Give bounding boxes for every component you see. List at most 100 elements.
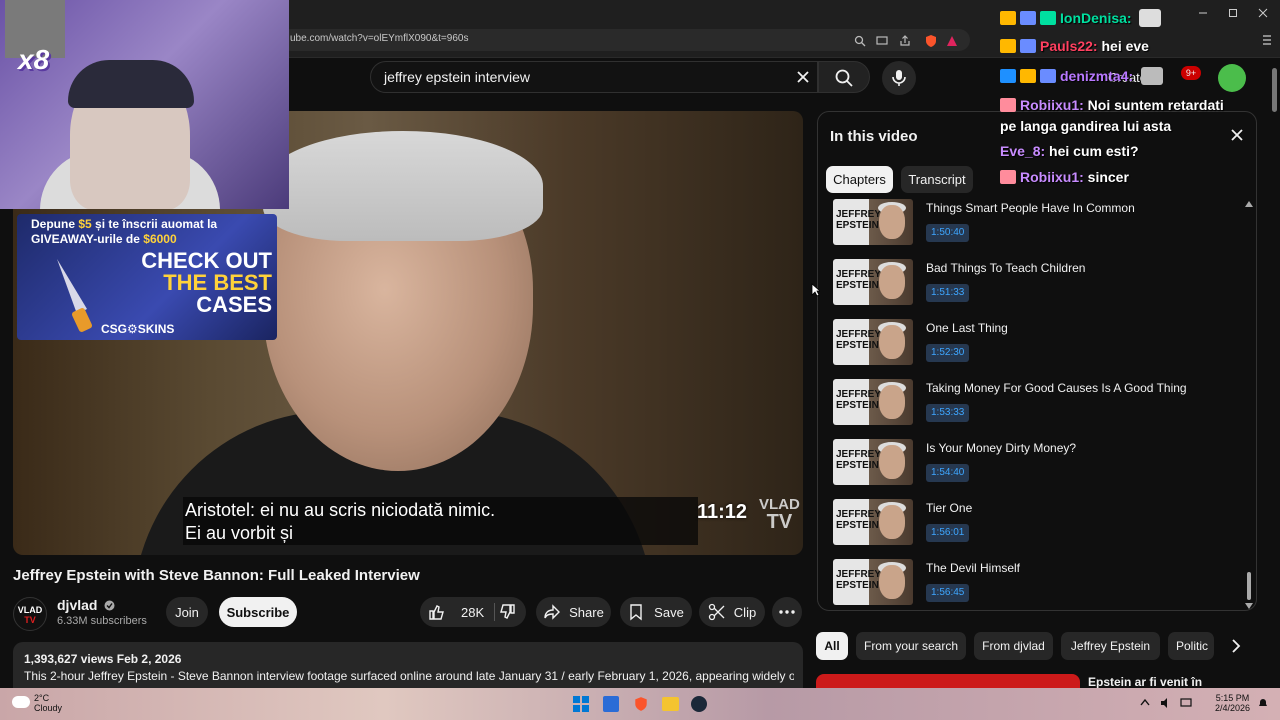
voice-search-button[interactable] <box>882 61 916 95</box>
search-icon <box>835 69 853 87</box>
chat-username: Robiixu1: <box>1020 169 1084 185</box>
recommended-thumbnail[interactable] <box>816 674 1080 688</box>
ad-amount: $6000 <box>143 232 177 246</box>
chapter-timestamp[interactable]: 1:56:45 <box>926 584 970 602</box>
chapter-timestamp[interactable]: 1:54:40 <box>926 464 970 482</box>
close-window-icon[interactable] <box>1258 8 1268 18</box>
dislike-button[interactable] <box>498 603 516 621</box>
file-explorer-icon[interactable] <box>662 697 679 711</box>
chapter-thumbnail: JEFFREY EPSTEIN <box>833 319 913 365</box>
task-view-icon[interactable] <box>603 696 619 712</box>
chat-username: IonDenisa: <box>1060 10 1132 26</box>
network-icon[interactable] <box>1180 697 1192 709</box>
panel-title: In this video <box>830 128 918 145</box>
chapter-timestamp[interactable]: 1:56:01 <box>926 524 970 542</box>
chapter-item[interactable]: JEFFREY EPSTEIN Tier One 1:56:01 <box>833 499 1243 547</box>
page-scrollbar[interactable] <box>1272 68 1277 112</box>
channel-name[interactable]: djvlad <box>57 597 115 613</box>
chapter-title: Tier One <box>926 501 973 515</box>
chat-message: IonDenisa: <box>1000 9 1162 27</box>
chapter-title: Taking Money For Good Causes Is A Good T… <box>926 381 1187 395</box>
url-text: ube.com/watch?v=olEYmflX090&t=960s <box>290 33 469 44</box>
brave-shield-icon[interactable] <box>924 34 938 48</box>
subscribe-button[interactable]: Subscribe <box>219 597 297 627</box>
chat-message: denizmta4: <box>1000 67 1164 85</box>
thumbnail-text: JEFFREY EPSTEIN <box>836 509 882 531</box>
chat-text: hei eve <box>1101 38 1149 54</box>
maximize-icon[interactable] <box>1228 8 1238 18</box>
chat-username: Robiixu1: <box>1020 97 1084 113</box>
save-button[interactable]: Save <box>620 597 692 627</box>
screen-icon[interactable] <box>876 35 888 47</box>
clock[interactable]: 5:15 PM 2/4/2026 <box>1215 693 1250 713</box>
clip-label: Clip <box>733 604 757 620</box>
ad-headline: Depune $5 și te înscrii auomat la GIVEAW… <box>31 217 271 247</box>
chapter-item[interactable]: JEFFREY EPSTEIN The Devil Himself 1:56:45 <box>833 559 1243 607</box>
chevron-right-icon[interactable] <box>1230 638 1242 654</box>
save-label: Save <box>654 604 684 620</box>
chapter-timestamp[interactable]: 1:51:33 <box>926 284 970 302</box>
panel-scrollbar[interactable] <box>1247 572 1251 600</box>
more-actions-button[interactable] <box>772 597 802 627</box>
clear-search-icon[interactable] <box>796 70 810 84</box>
chapter-thumbnail: JEFFREY EPSTEIN <box>833 439 913 485</box>
brave-rewards-icon[interactable] <box>946 35 958 47</box>
sponsor-ad: Depune $5 și te înscrii auomat la GIVEAW… <box>17 214 277 340</box>
thumbnail-text: JEFFREY EPSTEIN <box>836 269 882 291</box>
chapter-timestamp[interactable]: 1:52:30 <box>926 344 970 362</box>
chapter-thumbnail: JEFFREY EPSTEIN <box>833 499 913 545</box>
chip-all[interactable]: All <box>816 632 848 660</box>
start-icon[interactable] <box>573 696 589 712</box>
chapter-item[interactable]: JEFFREY EPSTEIN Bad Things To Teach Child… <box>833 259 1243 307</box>
weather-widget[interactable]: 2°C Cloudy <box>34 693 62 713</box>
brave-taskbar-icon[interactable] <box>633 696 649 712</box>
chip-topic[interactable]: Jeffrey Epstein <box>1061 632 1160 660</box>
minimize-icon[interactable] <box>1198 8 1208 18</box>
close-panel-icon[interactable] <box>1230 128 1244 142</box>
notification-center-icon[interactable] <box>1257 697 1269 709</box>
chat-username: Pauls22: <box>1040 38 1098 54</box>
browser-menu-icon[interactable] <box>1262 34 1272 46</box>
chapter-timestamp[interactable]: 1:50:40 <box>926 224 970 242</box>
share-page-icon[interactable] <box>899 35 911 47</box>
chat-username: denizmta4: <box>1060 68 1134 84</box>
chapter-title: One Last Thing <box>926 321 1008 335</box>
tab-chapters[interactable]: Chapters <box>826 166 893 193</box>
steam-icon[interactable] <box>691 696 707 712</box>
scroll-down-icon[interactable] <box>1245 603 1253 609</box>
channel-avatar[interactable]: VLAD TV <box>13 597 47 631</box>
channel-avatar-line2: TV <box>24 615 36 625</box>
more-horizontal-icon <box>779 610 795 614</box>
chapter-title: Things Smart People Have In Common <box>926 201 1135 215</box>
search-button[interactable] <box>818 61 870 93</box>
scissors-icon <box>708 603 725 621</box>
tab-transcript[interactable]: Transcript <box>901 166 973 193</box>
chip-from-search[interactable]: From your search <box>856 632 966 660</box>
ad-text: Depune <box>31 217 79 231</box>
tray-chevron-icon[interactable] <box>1140 698 1150 706</box>
chapter-item[interactable]: JEFFREY EPSTEIN Is Your Money Dirty Money… <box>833 439 1243 487</box>
scroll-up-icon[interactable] <box>1245 201 1253 207</box>
chapter-item[interactable]: JEFFREY EPSTEIN Taking Money For Good Cau… <box>833 379 1243 427</box>
chapter-thumbnail: JEFFREY EPSTEIN <box>833 199 913 245</box>
chip-from-channel[interactable]: From djvlad <box>974 632 1053 660</box>
thumbnail-text: JEFFREY EPSTEIN <box>836 209 882 231</box>
chat-text: Noi suntem retardati <box>1087 97 1224 113</box>
chip-politics[interactable]: Politic <box>1168 632 1214 660</box>
join-button[interactable]: Join <box>166 597 208 627</box>
chapter-item[interactable]: JEFFREY EPSTEIN Things Smart People Have … <box>833 199 1243 247</box>
clip-button[interactable]: Clip <box>699 597 765 627</box>
video-title: Jeffrey Epstein with Steve Bannon: Full … <box>13 567 420 584</box>
weather-icon[interactable] <box>12 696 30 708</box>
recommended-title[interactable]: Epstein ar fi venit în <box>1088 675 1202 689</box>
chapter-timestamp[interactable]: 1:53:33 <box>926 404 970 422</box>
volume-icon[interactable] <box>1160 697 1172 709</box>
chapter-item[interactable]: JEFFREY EPSTEIN One Last Thing 1:52:30 <box>833 319 1243 367</box>
zoom-icon[interactable] <box>854 35 866 47</box>
ad-slogan-line: CHECK OUT <box>141 248 272 273</box>
chat-message: Pauls22: hei eve <box>1000 38 1149 54</box>
ad-amount: $5 <box>78 217 92 231</box>
sub-badge-icon <box>1020 11 1036 25</box>
share-button[interactable]: Share <box>536 597 611 627</box>
avatar[interactable] <box>1218 64 1246 92</box>
